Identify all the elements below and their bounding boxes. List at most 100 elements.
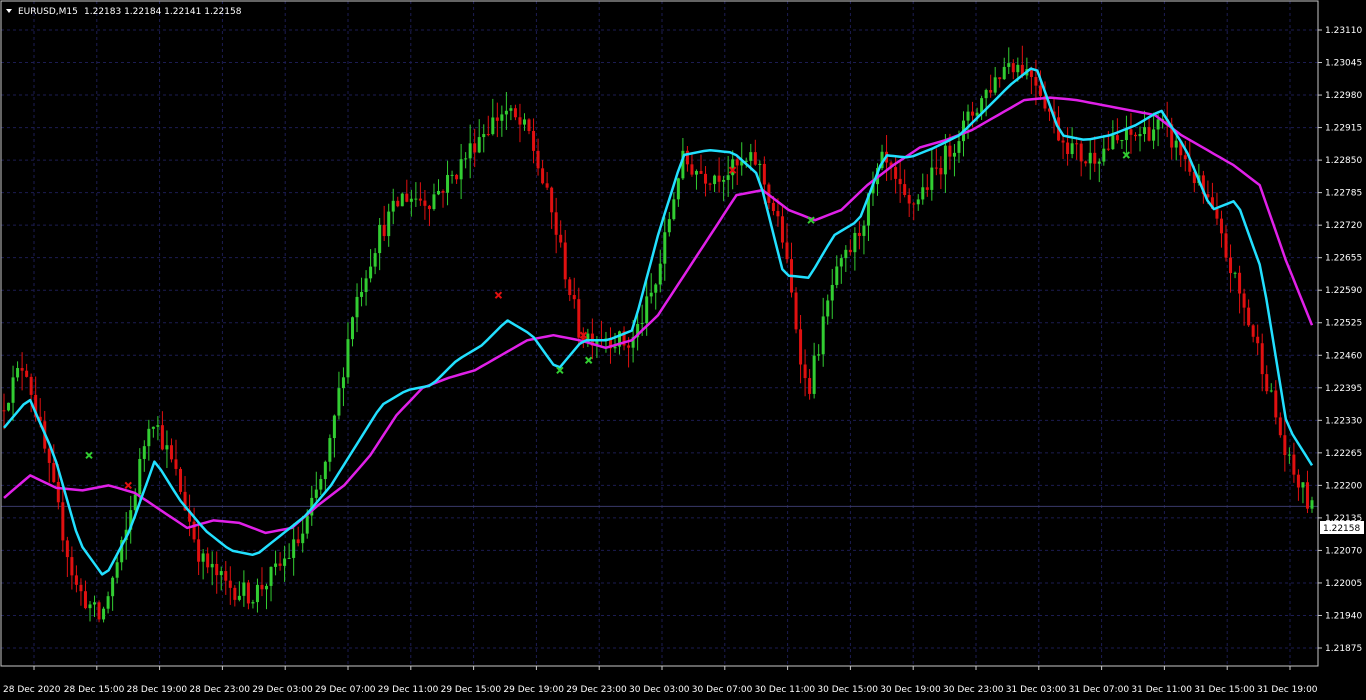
bullish-candle [210,563,214,568]
bullish-candle [713,175,717,185]
bullish-candle [364,278,368,293]
bullish-candle [649,292,653,297]
bullish-candle [373,253,377,267]
bullish-candle [477,137,481,153]
bearish-candle [1238,272,1242,294]
bullish-candle [821,316,825,355]
bearish-candle [898,178,902,185]
bearish-candle [1093,152,1097,164]
bullish-candle [1287,454,1291,456]
bullish-candle [509,108,513,111]
bearish-candle [441,190,445,193]
bullish-candle [817,354,821,356]
bullish-candle [980,98,984,113]
bearish-candle [780,216,784,243]
bullish-candle [853,232,857,253]
bearish-candle [998,77,1002,80]
bearish-candle [423,200,427,206]
bearish-candle [29,376,33,395]
bullish-candle [274,563,278,567]
current-price-label: 1.22158 [1323,524,1360,534]
y-tick-label: 1.22070 [1325,546,1362,556]
price-chart[interactable]: 1.23110 1.23045 1.22980 1.22915 1.22850 1.227… [0,0,1366,700]
bearish-candle [527,119,531,131]
bearish-candle [903,184,907,195]
bearish-candle [174,459,178,469]
bearish-candle [513,108,517,118]
bearish-candle [794,292,798,330]
x-tick-label: 29 Dec 07:00 [315,685,376,695]
bearish-candle [1183,155,1187,160]
y-tick-label: 1.22590 [1325,286,1362,296]
x-tick-label: 30 Dec 07:00 [692,685,753,695]
bullish-candle [93,602,97,605]
x-tick-label: 28 Dec 19:00 [127,685,188,695]
bearish-candle [912,203,916,205]
bullish-candle [640,322,644,325]
bullish-candle [287,557,291,559]
x-tick-label: 31 Dec 07:00 [1069,685,1130,695]
bearish-candle [206,553,210,568]
bullish-candle [106,596,110,609]
bullish-candle [694,170,698,175]
bullish-candle [350,317,354,340]
x-tick-label: 31 Dec 11:00 [1131,685,1192,695]
bullish-candle [522,119,526,125]
bullish-candle [16,368,20,378]
bullish-candle [957,141,961,153]
bullish-candle [672,199,676,220]
bearish-candle [572,295,576,300]
bearish-candle [56,481,60,503]
bullish-candle [645,296,649,323]
bearish-candle [382,224,386,237]
bullish-candle [1016,64,1020,73]
x-tick-label: 28 Dec 2020 [3,685,61,695]
bullish-candle [613,346,617,349]
bearish-candle [197,539,201,562]
bearish-candle [70,557,74,576]
current-price-tag: 1.22158 [1320,521,1364,534]
bullish-candle [400,193,404,207]
y-tick-label: 1.22265 [1325,449,1362,459]
bullish-candle [450,174,454,176]
x-tick-label: 29 Dec 03:00 [252,685,313,695]
bearish-candle [278,563,282,566]
bullish-candle [663,232,667,264]
bearish-candle [708,183,712,185]
bullish-candle [269,566,273,586]
bullish-candle [332,415,336,439]
symbol-label: EURUSD,M15 [18,7,78,17]
bearish-candle [215,563,219,576]
bullish-candle [355,296,359,318]
bearish-candle [550,187,554,213]
bullish-candle [165,445,169,450]
bearish-candle [160,425,164,450]
bearish-candle [1296,474,1300,488]
bullish-candle [758,163,762,165]
bearish-candle [1129,129,1133,135]
y-tick-label: 1.22460 [1325,351,1362,361]
bearish-candle [934,167,938,169]
chart-window[interactable]: 1.23110 1.23045 1.22980 1.22915 1.22850 1.227… [0,0,1366,700]
y-tick-label: 1.22785 [1325,189,1362,199]
bullish-candle [916,199,920,205]
bullish-candle [952,152,956,157]
bullish-candle [966,111,970,121]
x-tick-label: 30 Dec 23:00 [943,685,1004,695]
bullish-candle [826,300,830,317]
bullish-candle [1088,152,1092,164]
bullish-candle [337,388,341,416]
bearish-candle [427,205,431,210]
bullish-candle [115,562,119,578]
bearish-candle [939,167,943,175]
bearish-candle [1079,143,1083,162]
bullish-candle [504,110,508,115]
y-tick-label: 1.22525 [1325,319,1362,329]
bullish-candle [1120,140,1124,142]
bullish-candle [1174,140,1178,148]
bearish-candle [1147,127,1151,141]
x-tick-label: 29 Dec 19:00 [503,685,564,695]
bearish-candle [1260,343,1264,375]
bullish-candle [11,377,15,403]
bullish-candle [1152,129,1156,141]
